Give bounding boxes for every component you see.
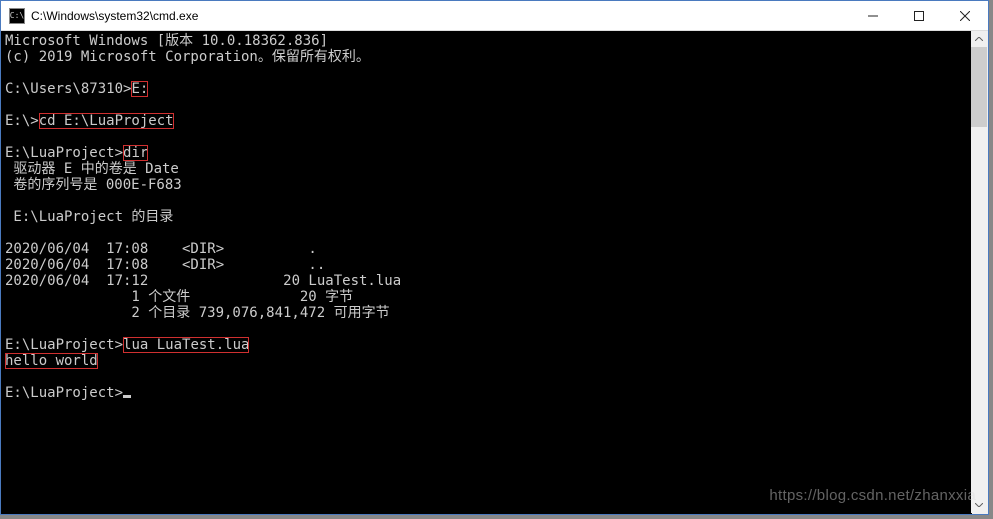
- cmd-icon: C:\: [9, 8, 25, 24]
- system-buttons: [850, 1, 988, 30]
- terminal-area[interactable]: Microsoft Windows [版本 10.0.18362.836] (c…: [1, 31, 988, 514]
- cmd-window: C:\ C:\Windows\system32\cmd.exe Microsof…: [0, 0, 989, 515]
- prompt-5: E:\LuaProject>: [5, 385, 123, 401]
- dir-row-2: 2020/06/04 17:08 <DIR> ..: [5, 257, 325, 273]
- prompt-3: E:\LuaProject>: [5, 145, 123, 161]
- prompt-2: E:\>: [5, 113, 39, 129]
- dir-of: E:\LuaProject 的目录: [5, 209, 173, 225]
- chevron-down-icon: [975, 503, 983, 507]
- dir-serial: 卷的序列号是 000E-F683: [5, 177, 182, 193]
- chevron-up-icon: [975, 37, 983, 41]
- dir-summary-files: 1 个文件 20 字节: [5, 289, 353, 305]
- dir-row-3: 2020/06/04 17:12 20 LuaTest.lua: [5, 273, 401, 289]
- minimize-button[interactable]: [850, 1, 896, 30]
- window-title: C:\Windows\system32\cmd.exe: [31, 9, 850, 23]
- prompt-4: E:\LuaProject>: [5, 337, 123, 353]
- maximize-icon: [914, 11, 924, 21]
- output-hello-world: hello world: [5, 353, 98, 369]
- prompt-1: C:\Users\87310>: [5, 81, 131, 97]
- maximize-button[interactable]: [896, 1, 942, 30]
- close-icon: [960, 11, 970, 21]
- cmd-lua: lua LuaTest.lua: [123, 337, 249, 353]
- cmd-change-drive: E:: [131, 81, 148, 97]
- titlebar[interactable]: C:\ C:\Windows\system32\cmd.exe: [1, 1, 988, 31]
- minimize-icon: [868, 11, 878, 21]
- scrollbar[interactable]: [971, 31, 987, 513]
- dir-volume: 驱动器 E 中的卷是 Date: [5, 161, 179, 177]
- cmd-dir: dir: [123, 145, 148, 161]
- close-button[interactable]: [942, 1, 988, 30]
- dir-summary-dirs: 2 个目录 739,076,841,472 可用字节: [5, 305, 390, 321]
- copyright-line: (c) 2019 Microsoft Corporation。保留所有权利。: [5, 49, 370, 65]
- scroll-up-button[interactable]: [971, 31, 987, 47]
- cmd-cd: cd E:\LuaProject: [39, 113, 174, 129]
- cursor: [123, 395, 131, 398]
- version-line: Microsoft Windows [版本 10.0.18362.836]: [5, 33, 328, 49]
- dir-row-1: 2020/06/04 17:08 <DIR> .: [5, 241, 317, 257]
- scrollbar-thumb[interactable]: [971, 47, 987, 127]
- scroll-down-button[interactable]: [971, 497, 987, 513]
